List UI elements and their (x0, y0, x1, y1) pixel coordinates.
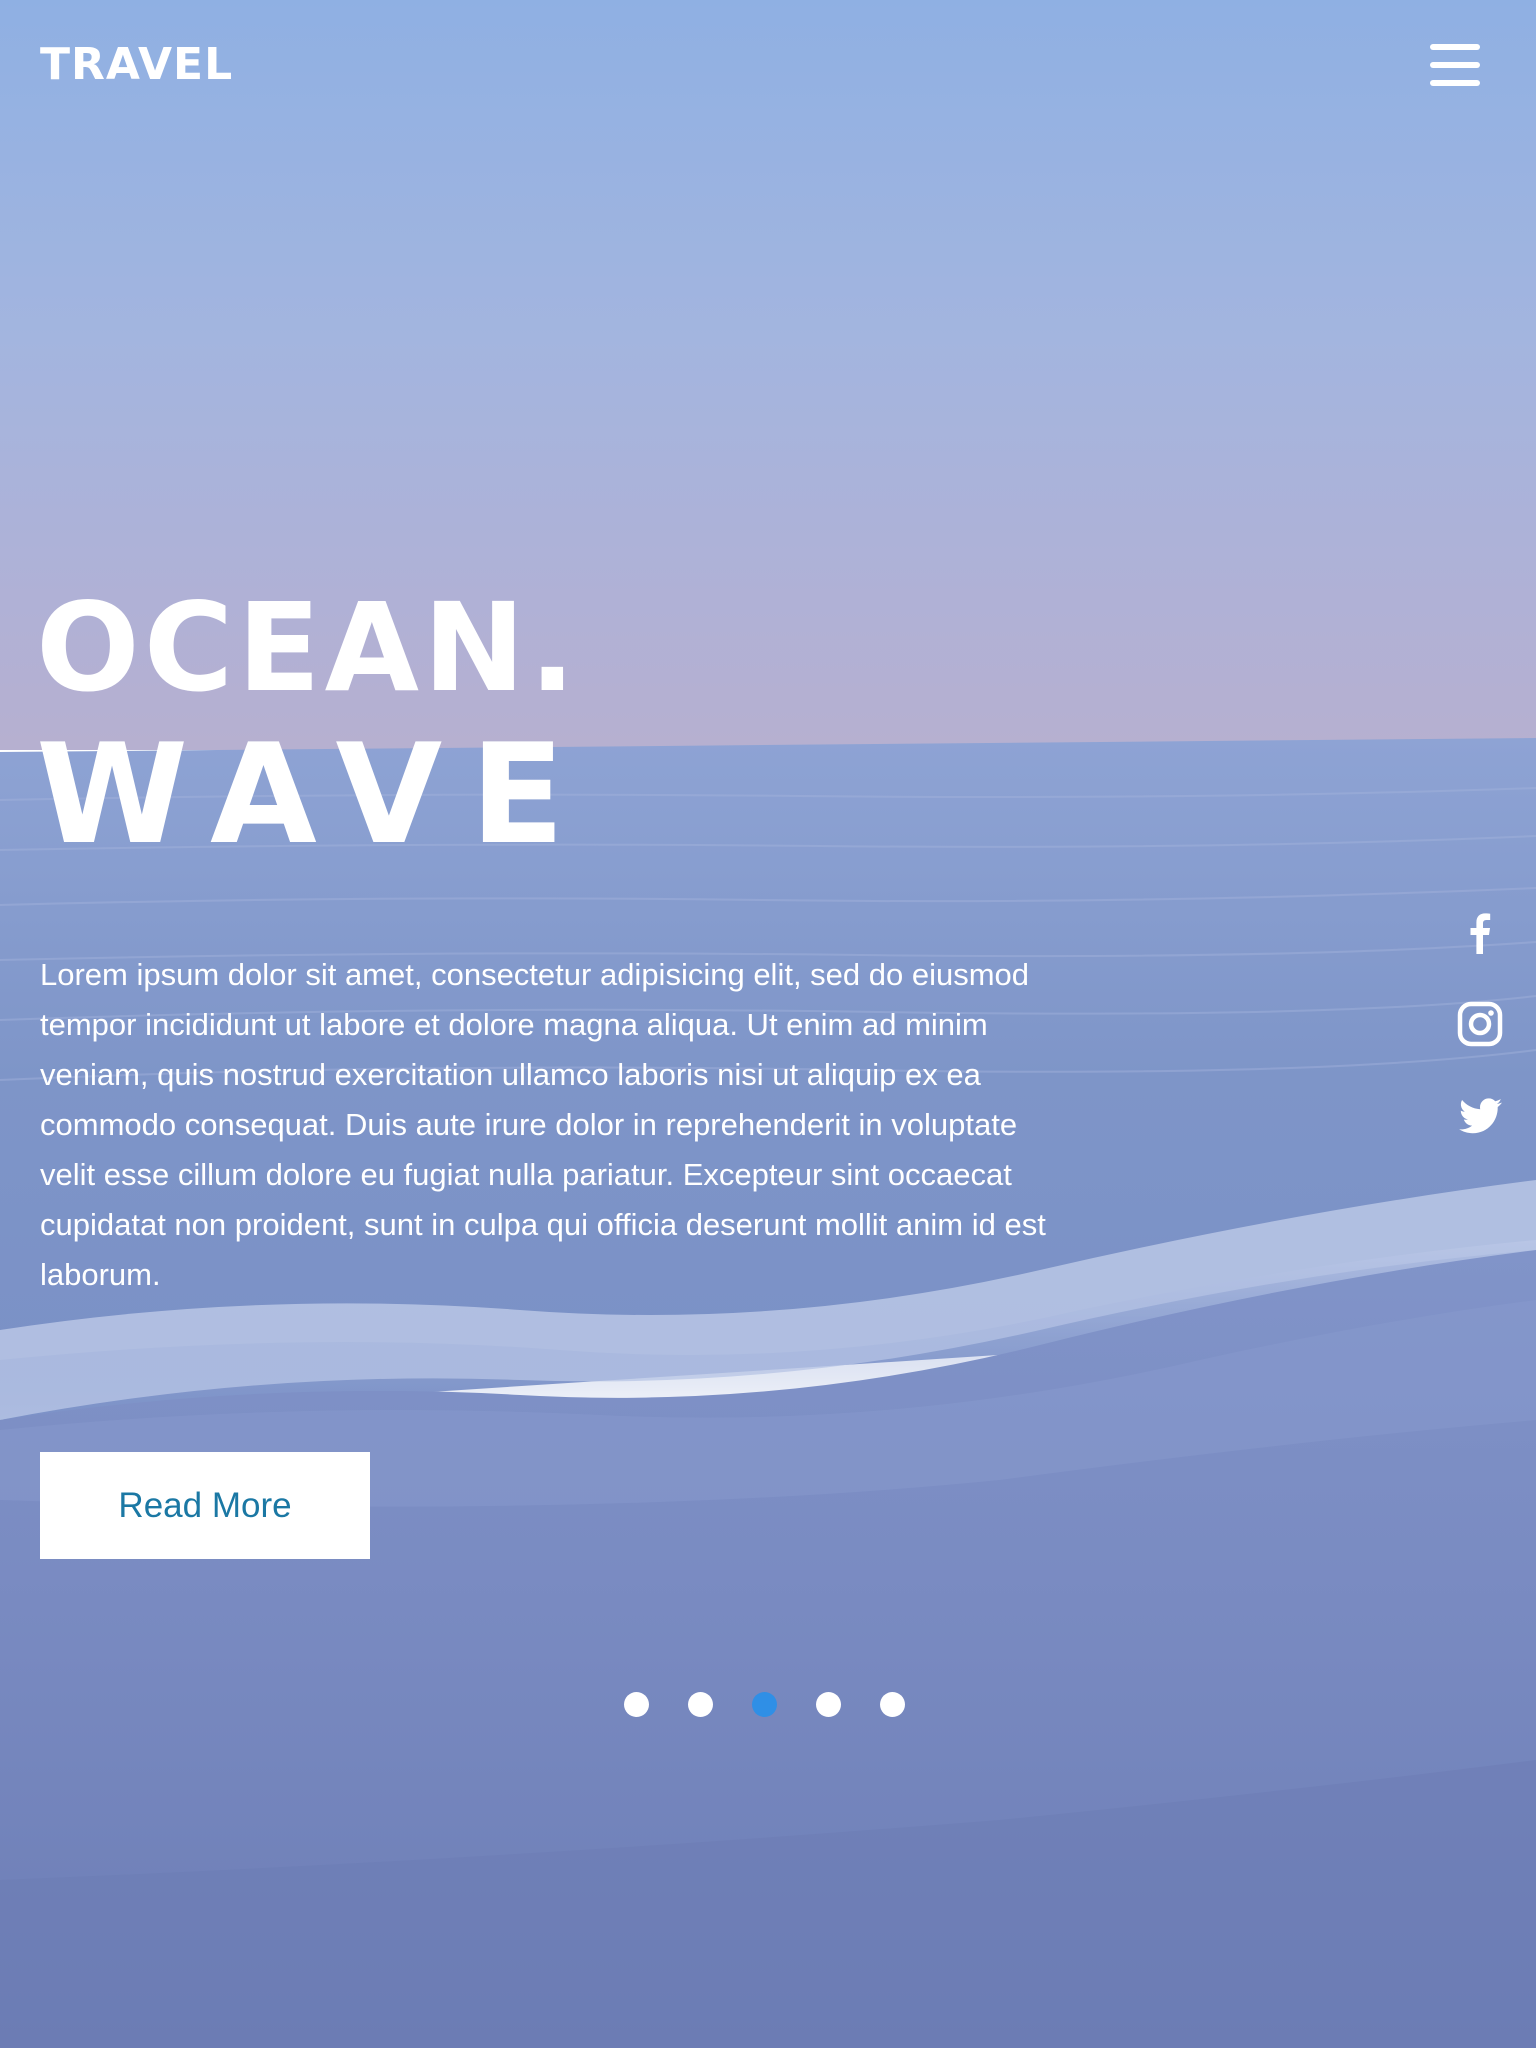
carousel-dot-3-active[interactable] (752, 1692, 777, 1717)
carousel-dot-5[interactable] (880, 1692, 905, 1717)
brand-logo[interactable]: TRAVEL (40, 38, 233, 92)
hero-title-line-1: OCEAN. (36, 577, 580, 719)
menu-bar-top (1430, 44, 1480, 50)
facebook-icon[interactable] (1456, 908, 1504, 956)
carousel-dot-1[interactable] (624, 1692, 649, 1717)
hero-title-line-2: WAVE (36, 714, 593, 875)
menu-bar-middle (1430, 62, 1480, 68)
hero-description: Lorem ipsum dolor sit amet, consectetur … (40, 957, 1046, 1292)
carousel-pagination (624, 1692, 924, 1718)
hamburger-menu-icon[interactable] (1426, 42, 1484, 88)
twitter-icon[interactable] (1456, 1092, 1504, 1140)
instagram-icon[interactable] (1456, 1000, 1504, 1048)
read-more-button[interactable]: Read More (40, 1452, 370, 1559)
carousel-dot-4[interactable] (816, 1692, 841, 1717)
carousel-dot-2[interactable] (688, 1692, 713, 1717)
menu-bar-bottom (1430, 80, 1480, 86)
